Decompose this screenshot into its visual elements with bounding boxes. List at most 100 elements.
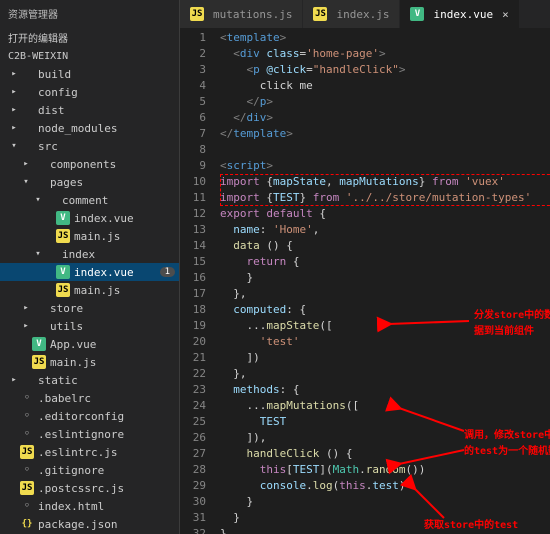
tree-item-index-html[interactable]: ◦index.html [0,497,179,515]
tree-item-index-vue[interactable]: Vindex.vue1 [0,263,179,281]
tree-item--eslintrc-js[interactable]: JS.eslintrc.js [0,443,179,461]
code-line[interactable]: } [220,510,550,526]
code-line[interactable]: </div> [220,110,550,126]
twisty-icon: ▸ [8,123,20,133]
tree-item-index-vue[interactable]: Vindex.vue [0,209,179,227]
line-number: 6 [180,110,206,126]
code-content[interactable]: 分发store中的数 据到当前组件 调用，修改store中 的test为一个随机… [214,28,550,534]
code-line[interactable]: <div class='home-page'> [220,46,550,62]
tab-label: index.vue [433,8,493,21]
tree-item-App-vue[interactable]: V App.vue [0,335,179,353]
tree-item-main-js[interactable]: JSmain.js [0,281,179,299]
tree-item-pages[interactable]: ▾pages [0,173,179,191]
twisty-icon: ▸ [8,105,20,115]
tree-item-build[interactable]: ▸build [0,65,179,83]
code-line[interactable]: <script> [220,158,550,174]
tree-item-config[interactable]: ▸config [0,83,179,101]
code-line[interactable]: this[TEST](Math.random()) [220,462,550,478]
tree-item-package-json[interactable]: {}package.json [0,515,179,533]
twisty-icon: ▸ [20,303,32,313]
code-line[interactable]: } [220,526,550,534]
folder-icon [20,373,34,387]
code-line[interactable]: ...mapState([ [220,318,550,334]
json-icon: {} [20,517,34,531]
code-line[interactable]: <template> [220,30,550,46]
code-line[interactable]: } [220,494,550,510]
code-line[interactable]: ]) [220,350,550,366]
tree-item-label: node_modules [38,122,179,135]
tree-item-utils[interactable]: ▸utils [0,317,179,335]
tree-item-label: dist [38,104,179,117]
code-line[interactable]: }, [220,366,550,382]
tree-item-label: App.vue [50,338,179,351]
code-line[interactable]: } [220,270,550,286]
tree-item-node_modules[interactable]: ▸ node_modules [0,119,179,137]
tree-item-label: main.js [74,284,179,297]
code-line[interactable]: <p @click="handleClick"> [220,62,550,78]
code-line[interactable]: data () { [220,238,550,254]
tree-item-main-js[interactable]: JSmain.js [0,227,179,245]
txt-icon: ◦ [20,463,34,477]
code-line[interactable]: export default { [220,206,550,222]
line-number: 14 [180,238,206,254]
code-line[interactable]: TEST [220,414,550,430]
code-line[interactable]: handleClick () { [220,446,550,462]
tree-item-main-js[interactable]: JSmain.js [0,353,179,371]
code-line[interactable]: </template> [220,126,550,142]
line-gutter: 1234567891011121314151617181920212223242… [180,28,214,534]
vue-icon: V [32,337,46,351]
code-line[interactable]: ]), [220,430,550,446]
code-line[interactable]: ...mapMutations([ [220,398,550,414]
code-line[interactable]: import {TEST} from '../../store/mutation… [220,190,550,206]
project-name[interactable]: C2B-WEIXIN [0,48,179,65]
line-number: 29 [180,478,206,494]
twisty-icon: ▸ [20,159,32,169]
close-icon[interactable]: × [502,8,509,21]
tree-item--postcssrc-js[interactable]: JS.postcssrc.js [0,479,179,497]
tree-item--babelrc[interactable]: ◦.babelrc [0,389,179,407]
tree-item--eslintignore[interactable]: ◦.eslintignore [0,425,179,443]
line-number: 3 [180,62,206,78]
code-line[interactable]: computed: { [220,302,550,318]
explorer-sidebar: 资源管理器 打开的编辑器 C2B-WEIXIN ▸build▸config▸di… [0,0,180,534]
tab-index-vue[interactable]: Vindex.vue× [400,0,519,28]
line-number: 32 [180,526,206,534]
tree-item-dist[interactable]: ▸ dist [0,101,179,119]
tab-mutations-js[interactable]: JSmutations.js [180,0,303,28]
twisty-icon: ▸ [8,69,20,79]
code-line[interactable]: }, [220,286,550,302]
line-number: 13 [180,222,206,238]
code-editor[interactable]: 1234567891011121314151617181920212223242… [180,28,550,534]
code-line[interactable]: console.log(this.test) [220,478,550,494]
tree-item-components[interactable]: ▸components [0,155,179,173]
code-line[interactable]: 'test' [220,334,550,350]
folder-icon [20,67,34,81]
line-number: 19 [180,318,206,334]
tree-item-comment[interactable]: ▾comment [0,191,179,209]
tree-item-store[interactable]: ▸store [0,299,179,317]
tree-item-label: .eslintignore [38,428,179,441]
open-editors-section[interactable]: 打开的编辑器 [0,27,179,48]
tree-item-label: .editorconfig [38,410,179,423]
folder-icon [20,103,34,117]
code-line[interactable]: click me [220,78,550,94]
tree-item-label: static [38,374,179,387]
tree-item--gitignore[interactable]: ◦.gitignore [0,461,179,479]
code-line[interactable]: name: 'Home', [220,222,550,238]
tree-item-label: pages [50,176,179,189]
twisty-icon: ▸ [20,321,32,331]
code-line[interactable]: return { [220,254,550,270]
line-number: 2 [180,46,206,62]
tree-item-static[interactable]: ▸static [0,371,179,389]
tab-index-js[interactable]: JSindex.js [303,0,400,28]
tree-item-index[interactable]: ▾index [0,245,179,263]
twisty-icon: ▾ [8,141,20,151]
tree-item-label: main.js [50,356,179,369]
code-line[interactable]: </p> [220,94,550,110]
tree-item--editorconfig[interactable]: ◦.editorconfig [0,407,179,425]
code-line[interactable]: import {mapState, mapMutations} from 'vu… [220,174,550,190]
tree-item-src[interactable]: ▾src [0,137,179,155]
code-line[interactable]: methods: { [220,382,550,398]
code-line[interactable] [220,142,550,158]
line-number: 25 [180,414,206,430]
